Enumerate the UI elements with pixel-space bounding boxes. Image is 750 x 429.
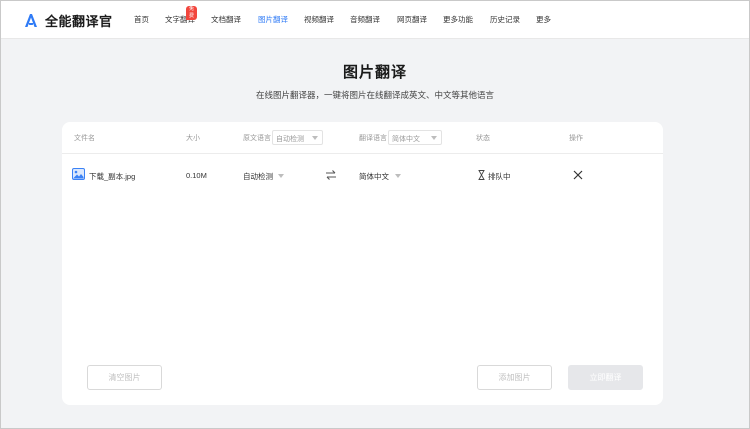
nav-more-features[interactable]: 更多功能 [443,14,473,25]
page-title: 图片翻译 [342,64,407,81]
header-action: 操作 [569,135,583,142]
swap-icon[interactable] [325,169,337,181]
nav-document-translate[interactable]: 文档翻译 [211,14,241,25]
table-row: 下载_副本.jpg 0.10M 自动检测 简体中文 排队中 [62,155,663,195]
nav-image-translate[interactable]: 图片翻译 [258,14,288,25]
row-target-language[interactable]: 简体中文 [359,171,389,182]
add-image-button[interactable]: 添加图片 [477,365,552,390]
row-filename: 下载_副本.jpg [89,172,136,181]
free-badge: 免费 [186,6,198,20]
chevron-down-icon[interactable] [395,174,401,178]
nav-home[interactable]: 首页 [134,14,149,25]
header-size: 大小 [186,135,200,142]
chevron-down-icon[interactable] [278,174,284,178]
translate-now-button[interactable]: 立即翻译 [568,365,643,390]
nav-more[interactable]: 更多 [536,14,551,25]
logo[interactable]: 全能翻译官 [24,11,113,29]
row-status: 排队中 [488,172,511,181]
chevron-down-icon [312,136,318,140]
table-header: 文件名 大小 原文语言 自动检测 翻译语言 简体中文 状态 操作 [62,122,663,154]
target-language-select[interactable]: 简体中文 [388,130,442,145]
nav-history[interactable]: 历史记录 [490,14,520,25]
hourglass-icon [478,170,485,180]
target-language-select-value: 简体中文 [392,136,420,143]
row-size: 0.10M [186,171,207,180]
chevron-down-icon [431,136,437,140]
row-source-language[interactable]: 自动检测 [243,171,273,182]
close-icon[interactable] [573,170,583,180]
logo-icon [25,13,37,27]
image-file-icon [72,168,85,180]
nav-web-translate[interactable]: 网页翻译 [397,14,427,25]
header-target-language: 翻译语言 [359,135,387,142]
top-nav-bar: 全能翻译官 首页 文字翻译 免费 文档翻译 图片翻译 视频翻译 音频翻译 网页翻… [1,1,749,39]
translate-panel: 文件名 大小 原文语言 自动检测 翻译语言 简体中文 状态 操作 下载_副本.j… [62,122,663,405]
source-language-select-value: 自动检测 [276,136,304,143]
logo-text: 全能翻译官 [45,13,113,29]
nav-audio-translate[interactable]: 音频翻译 [350,14,380,25]
header-source-language: 原文语言 [243,135,271,142]
header-status: 状态 [476,135,490,142]
page-subtitle: 在线图片翻译器，一键将图片在线翻译成英文、中文等其他语言 [255,90,494,100]
clear-images-button[interactable]: 清空图片 [87,365,162,390]
source-language-select[interactable]: 自动检测 [272,130,323,145]
nav-video-translate[interactable]: 视频翻译 [304,14,334,25]
header-filename: 文件名 [74,135,95,142]
